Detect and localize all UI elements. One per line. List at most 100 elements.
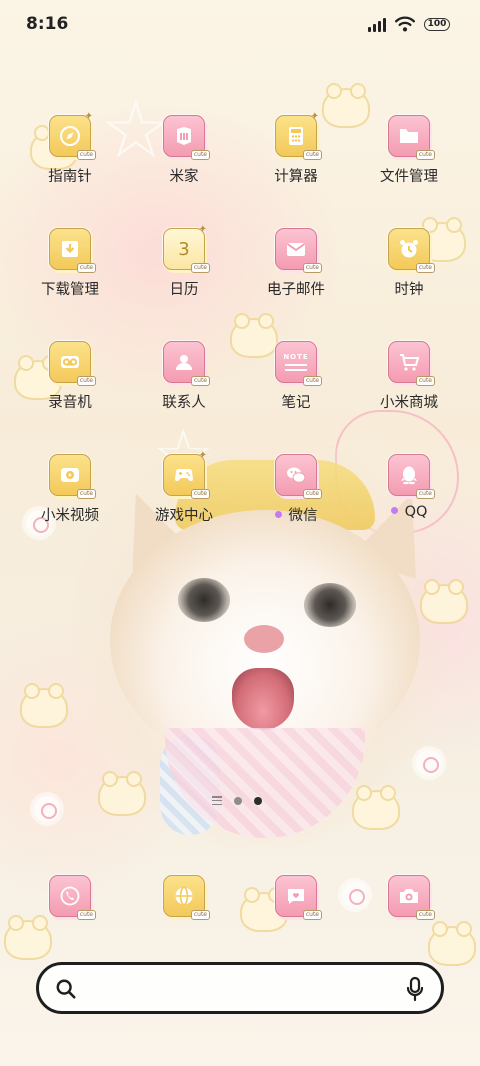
cute-badge: cute: [190, 489, 210, 499]
bear-sticker: [4, 915, 52, 960]
app-label: 电子邮件: [267, 282, 325, 298]
app-wechat[interactable]: cute 微信: [240, 454, 352, 525]
notes-icon: NOTE cute: [275, 341, 322, 386]
app-label-row: QQ: [353, 504, 465, 520]
app-label: QQ: [404, 504, 428, 520]
wifi-icon: [394, 16, 416, 32]
app-calculator[interactable]: ✦ cute 计算器: [240, 111, 352, 186]
app-contacts[interactable]: cute 联系人: [128, 341, 240, 412]
voicemail-icon: cute: [49, 341, 96, 386]
search-input[interactable]: [91, 975, 395, 1005]
app-label: 联系人: [162, 395, 206, 411]
cute-badge: cute: [302, 150, 322, 160]
cute-badge: cute: [190, 376, 210, 386]
new-install-dot: [274, 511, 282, 518]
flower-decoration: [416, 750, 442, 776]
battery-level: 100: [427, 19, 447, 29]
search-icon[interactable]: [55, 978, 77, 1000]
app-clock[interactable]: cute 时钟: [353, 228, 465, 299]
gamepad-icon: ✦ cute: [163, 450, 210, 499]
app-mi-store[interactable]: cute 小米商城: [353, 341, 465, 412]
app-label: 下载管理: [41, 282, 99, 298]
cute-badge: cute: [415, 910, 435, 920]
app-label: 笔记: [281, 395, 311, 411]
app-label: 微信: [288, 508, 318, 524]
app-label-row: 微信: [240, 504, 352, 525]
cute-badge: cute: [302, 263, 322, 273]
search-bar[interactable]: [36, 962, 444, 1014]
cat-nose: [244, 625, 284, 653]
cute-badge: cute: [190, 150, 210, 160]
page-dot[interactable]: [234, 796, 242, 805]
flower-decoration: [34, 796, 60, 822]
compass-icon: ✦ cute: [49, 111, 96, 160]
app-label: 游戏中心: [155, 508, 213, 524]
app-calendar[interactable]: 3 ✦ cute 日历: [128, 224, 240, 299]
app-mi-video[interactable]: cute 小米视频: [14, 454, 126, 525]
app-compass[interactable]: ✦ cute 指南针: [14, 111, 126, 186]
app-email[interactable]: cute 电子邮件: [240, 228, 352, 299]
calendar-day: 3: [178, 238, 190, 260]
app-recorder[interactable]: cute 录音机: [14, 341, 126, 412]
app-game-center[interactable]: ✦ cute 游戏中心: [128, 450, 240, 525]
cute-badge: cute: [302, 910, 322, 920]
menu-lines-icon: [212, 796, 222, 805]
app-file-manager[interactable]: cute 文件管理: [353, 115, 465, 186]
cute-badge: cute: [76, 263, 96, 273]
app-label: 日历: [169, 282, 199, 298]
bear-sticker: [98, 771, 146, 816]
cute-badge: cute: [76, 910, 96, 920]
video-icon: cute: [49, 454, 96, 499]
cute-badge: cute: [415, 376, 435, 386]
wechat-icon: cute: [275, 454, 322, 499]
status-icons: 100: [368, 16, 450, 32]
cute-badge: cute: [415, 150, 435, 160]
app-label: 米家: [169, 169, 199, 185]
cute-badge: cute: [302, 376, 322, 386]
cute-badge: cute: [415, 263, 435, 273]
page-dot-active[interactable]: [254, 796, 262, 805]
app-downloads[interactable]: cute 下载管理: [14, 228, 126, 299]
person-icon: cute: [163, 341, 210, 386]
calendar-icon: 3 ✦ cute: [163, 224, 210, 273]
download-icon: cute: [49, 228, 96, 273]
cute-badge: cute: [302, 489, 322, 499]
camera-icon: cute: [388, 875, 435, 920]
cute-badge: cute: [76, 150, 96, 160]
app-qq[interactable]: cute QQ: [353, 454, 465, 520]
dock-phone[interactable]: cute: [14, 875, 126, 920]
app-mi-home[interactable]: cute 米家: [128, 115, 240, 186]
clock-time: 8:16: [26, 14, 69, 34]
app-label: 指南针: [48, 169, 92, 185]
envelope-icon: cute: [275, 228, 322, 273]
cat-mouth: [232, 668, 294, 730]
signal-icon: [368, 16, 386, 32]
dock-messages[interactable]: cute: [240, 875, 352, 920]
alarm-clock-icon: cute: [388, 228, 435, 273]
bear-sticker: [420, 579, 468, 624]
mi-home-icon: cute: [163, 115, 210, 160]
cute-badge: cute: [190, 910, 210, 920]
bear-sticker: [428, 921, 476, 966]
app-label: 小米视频: [41, 508, 99, 524]
app-notes[interactable]: NOTE cute 笔记: [240, 341, 352, 412]
cat-eye: [304, 583, 356, 627]
app-label: 时钟: [394, 282, 424, 298]
bear-sticker: [20, 683, 68, 728]
page-indicator[interactable]: [212, 796, 262, 805]
shopping-cart-icon: cute: [388, 341, 435, 386]
battery-icon: 100: [424, 17, 450, 31]
microphone-icon[interactable]: [405, 976, 425, 1002]
cute-badge: cute: [190, 263, 210, 273]
app-label: 小米商城: [380, 395, 438, 411]
app-label: 录音机: [48, 395, 92, 411]
phone-icon: cute: [49, 875, 96, 920]
dock-browser[interactable]: cute: [128, 875, 240, 920]
app-label: 计算器: [274, 169, 318, 185]
new-install-dot: [390, 507, 398, 514]
notes-icon-text: NOTE: [283, 353, 309, 361]
status-bar: 8:16 100: [0, 0, 480, 52]
dock-camera[interactable]: cute: [353, 875, 465, 920]
cute-badge: cute: [76, 376, 96, 386]
app-label: 文件管理: [380, 169, 438, 185]
